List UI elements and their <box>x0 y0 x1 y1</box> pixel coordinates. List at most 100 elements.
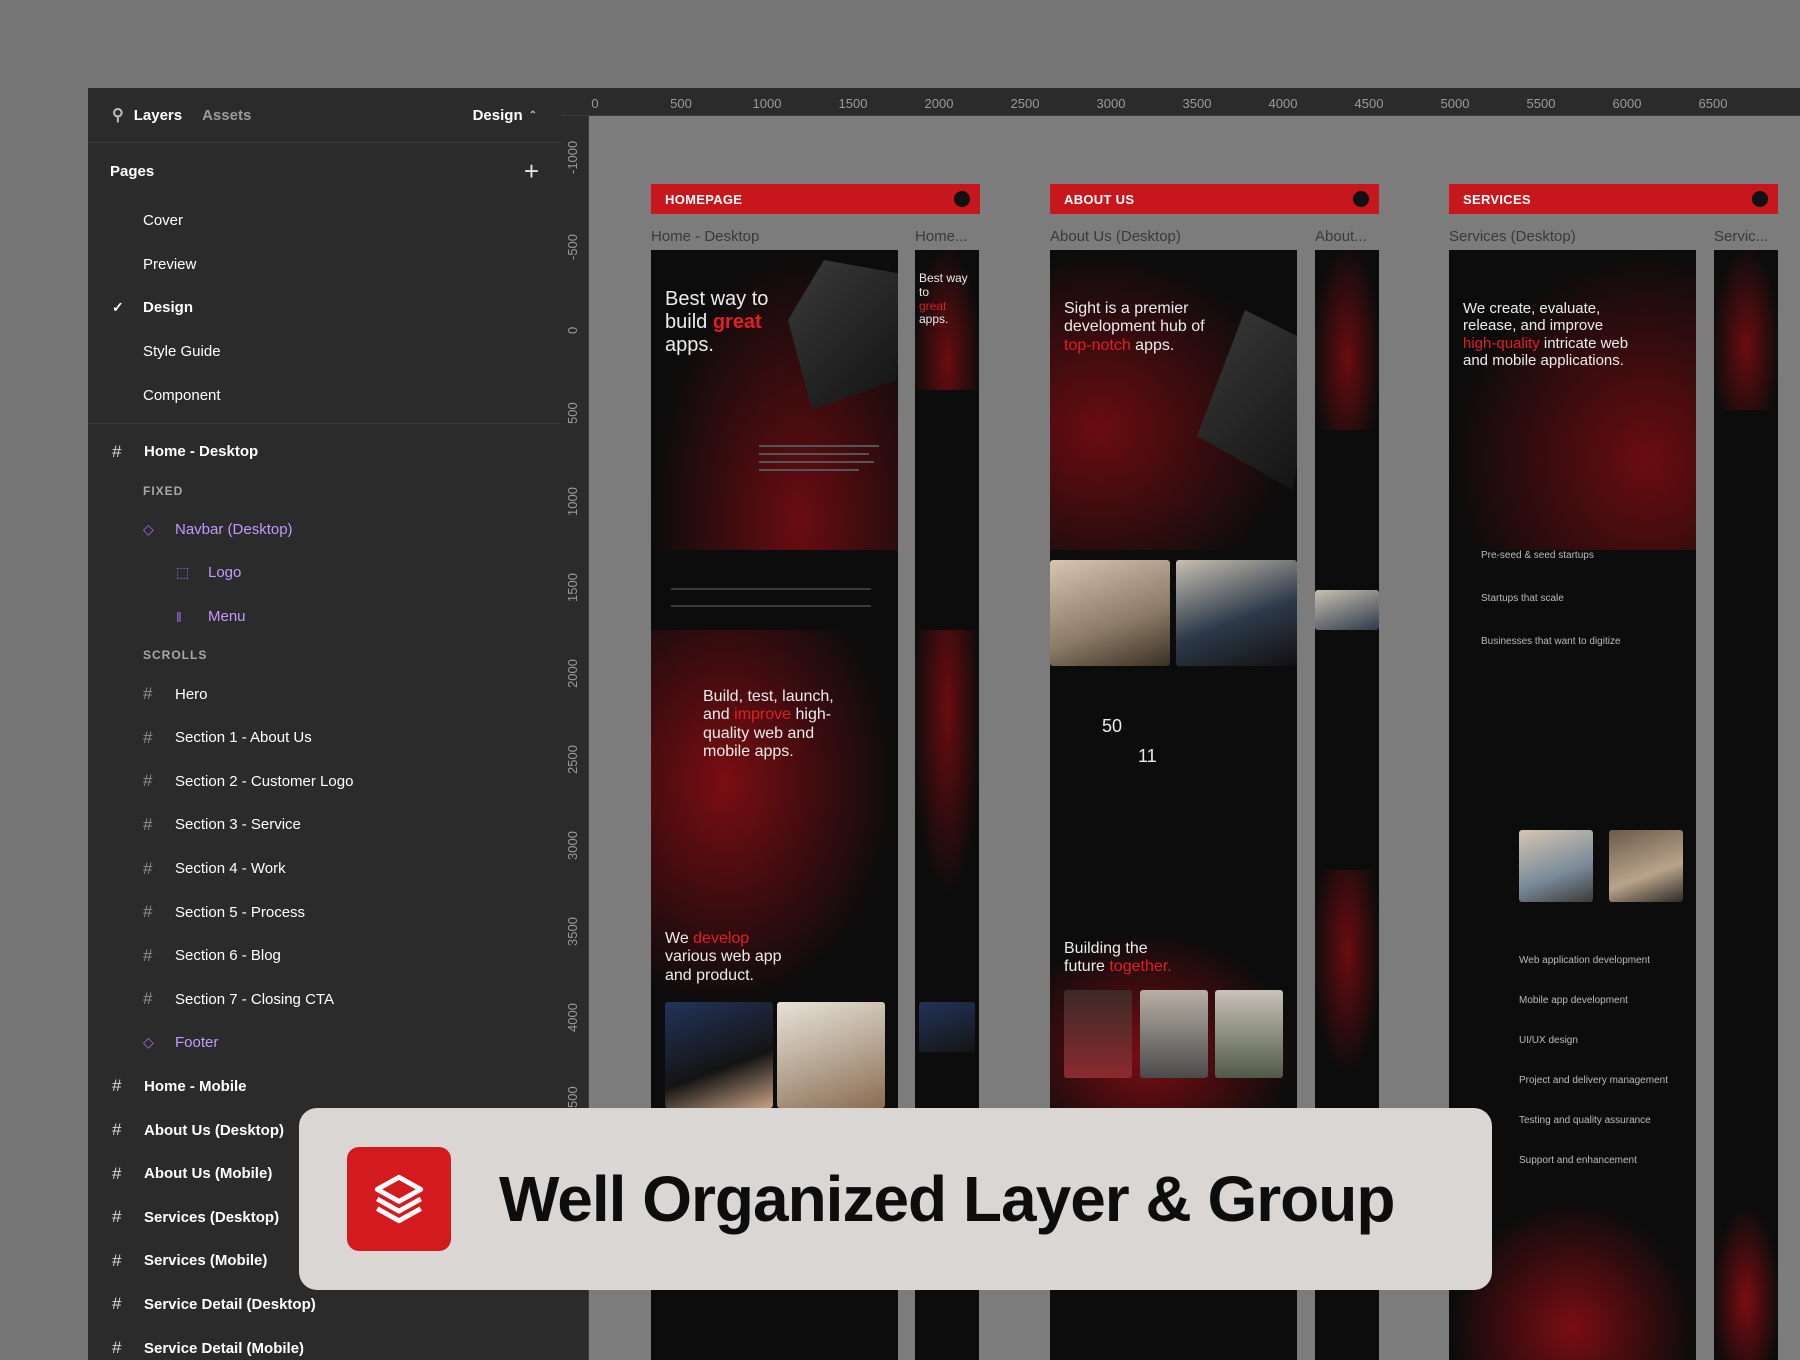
text-line <box>759 453 869 455</box>
hero-heading: Sight is a premier development hub of to… <box>1064 300 1205 354</box>
layer-logo[interactable]: ⬚ Logo <box>88 551 561 595</box>
frame-icon: # <box>112 1338 122 1358</box>
pages-title: Pages <box>110 162 155 180</box>
ruler-tick: 4000 <box>565 1003 580 1032</box>
layer-label: Services (Mobile) <box>144 1252 268 1270</box>
layer-label: About Us (Desktop) <box>144 1121 284 1139</box>
ruler-tick: 1500 <box>838 96 868 111</box>
stage-item: Startups that scale <box>1481 593 1564 604</box>
page-label: Design <box>143 299 194 317</box>
check-icon: ✓ <box>112 299 124 316</box>
cta-bg <box>1714 1210 1778 1360</box>
service-item: Testing and quality assurance <box>1519 1115 1651 1126</box>
frame-label-about-desktop[interactable]: About Us (Desktop) <box>1050 228 1181 245</box>
section-services[interactable]: SERVICES <box>1449 184 1778 214</box>
frame-icon: # <box>112 1294 122 1314</box>
tab-layers[interactable]: Layers <box>134 107 182 124</box>
hero-bg <box>1449 250 1696 550</box>
ruler-tick: 3000 <box>1096 96 1126 111</box>
text-line <box>759 461 874 463</box>
service-item: UI/UX design <box>1519 1035 1578 1046</box>
layer-label: Hero <box>175 685 208 703</box>
ruler-tick: 5500 <box>1526 96 1556 111</box>
ruler-tick: 2500 <box>1010 96 1040 111</box>
ruler-tick: 2000 <box>565 659 580 688</box>
about-photo <box>1315 590 1379 630</box>
feature-callout: Well Organized Layer & Group <box>299 1108 1492 1290</box>
frame-label-home-desktop[interactable]: Home - Desktop <box>651 228 759 245</box>
layer-label: Service Detail (Desktop) <box>144 1295 316 1313</box>
section-heading: Build, test, launch, and improve high- q… <box>703 688 834 761</box>
layer-footer[interactable]: ◇ Footer <box>88 1021 561 1065</box>
layer-label: About Us (Mobile) <box>144 1165 273 1183</box>
layer-section-5[interactable]: # Section 5 - Process <box>88 890 561 934</box>
frame-label-services-mobile[interactable]: Servic... <box>1714 228 1778 245</box>
ruler-tick: 500 <box>565 1086 580 1108</box>
layer-section-7[interactable]: # Section 7 - Closing CTA <box>88 978 561 1022</box>
mode-label: Design <box>472 106 523 124</box>
layer-section-1[interactable]: # Section 1 - About Us <box>88 716 561 760</box>
layer-section-6[interactable]: # Section 6 - Blog <box>88 934 561 978</box>
add-page-icon[interactable]: + <box>524 158 539 184</box>
ruler-tick: 500 <box>670 96 692 111</box>
frame-label-about-mobile[interactable]: About... <box>1315 228 1379 245</box>
page-item-preview[interactable]: Preview <box>88 243 561 287</box>
ruler-tick: -500 <box>565 233 580 260</box>
tab-assets[interactable]: Assets <box>202 107 251 124</box>
section-homepage[interactable]: HOMEPAGE <box>651 184 980 214</box>
team-photo <box>1140 990 1208 1078</box>
layer-section-3[interactable]: # Section 3 - Service <box>88 803 561 847</box>
frame-icon: # <box>112 1076 122 1096</box>
ruler-tick: 500 <box>565 402 580 424</box>
layer-label: Navbar (Desktop) <box>175 520 293 538</box>
frame-icon: # <box>143 771 153 791</box>
layer-section-2[interactable]: # Section 2 - Customer Logo <box>88 760 561 804</box>
auto-layout-icon: ‖ <box>176 608 182 625</box>
ruler-tick: 3000 <box>565 831 580 860</box>
section-bg <box>915 630 979 890</box>
frame-icon: # <box>112 1163 122 1183</box>
frame-label-home-mobile[interactable]: Home... <box>915 228 979 245</box>
page-item-style-guide[interactable]: Style Guide <box>88 330 561 374</box>
frame-icon: # <box>143 727 153 747</box>
services-photo <box>1519 830 1593 902</box>
hero-heading: We create, evaluate, release, and improv… <box>1463 300 1629 369</box>
team-bg <box>1315 870 1379 1070</box>
page-label: Cover <box>143 212 184 230</box>
service-item: Project and delivery management <box>1519 1075 1668 1086</box>
logo-dot-icon <box>1353 191 1369 207</box>
layer-label: Section 1 - About Us <box>175 729 312 747</box>
frame-icon: # <box>112 441 122 461</box>
layer-label: Logo <box>208 564 242 582</box>
frame-icon: # <box>112 1120 122 1140</box>
page-label: Style Guide <box>143 343 221 361</box>
frame-services-mobile[interactable] <box>1714 250 1778 1360</box>
frame-icon: # <box>143 945 153 965</box>
logo-dot-icon <box>1752 191 1768 207</box>
layer-label: Section 2 - Customer Logo <box>175 772 354 790</box>
ruler-tick: 4500 <box>1354 96 1384 111</box>
logo-dot-icon <box>954 191 970 207</box>
layer-frame-home-mobile[interactable]: # Home - Mobile <box>88 1065 561 1109</box>
frame-icon: # <box>112 1250 122 1270</box>
search-icon[interactable]: ⚲ <box>112 105 124 125</box>
page-item-cover[interactable]: Cover <box>88 199 561 243</box>
layer-menu[interactable]: ‖ Menu <box>88 595 561 639</box>
layer-navbar[interactable]: ◇ Navbar (Desktop) <box>88 508 561 552</box>
layer-frame-service-detail-mobile[interactable]: # Service Detail (Mobile) <box>88 1326 561 1360</box>
ruler-tick: 6000 <box>1612 96 1642 111</box>
layer-section-4[interactable]: # Section 4 - Work <box>88 847 561 891</box>
section-about[interactable]: ABOUT US <box>1050 184 1379 214</box>
design-mode-dropdown[interactable]: Design ⌃ <box>473 107 537 124</box>
layer-hero[interactable]: # Hero <box>88 672 561 716</box>
frame-label-services-desktop[interactable]: Services (Desktop) <box>1449 228 1576 245</box>
team-photo <box>1064 990 1132 1078</box>
ruler-horizontal[interactable]: 0 500 1000 1500 2000 2500 3000 3500 4000… <box>561 88 1800 116</box>
page-item-design[interactable]: ✓ Design <box>88 286 561 330</box>
layer-frame-home-desktop[interactable]: # Home - Desktop <box>88 430 561 474</box>
ruler-tick: 1000 <box>565 487 580 516</box>
page-item-component[interactable]: Component <box>88 373 561 417</box>
section-title: ABOUT US <box>1064 191 1135 207</box>
callout-title: Well Organized Layer & Group <box>499 1163 1395 1235</box>
layer-label: Footer <box>175 1034 219 1052</box>
